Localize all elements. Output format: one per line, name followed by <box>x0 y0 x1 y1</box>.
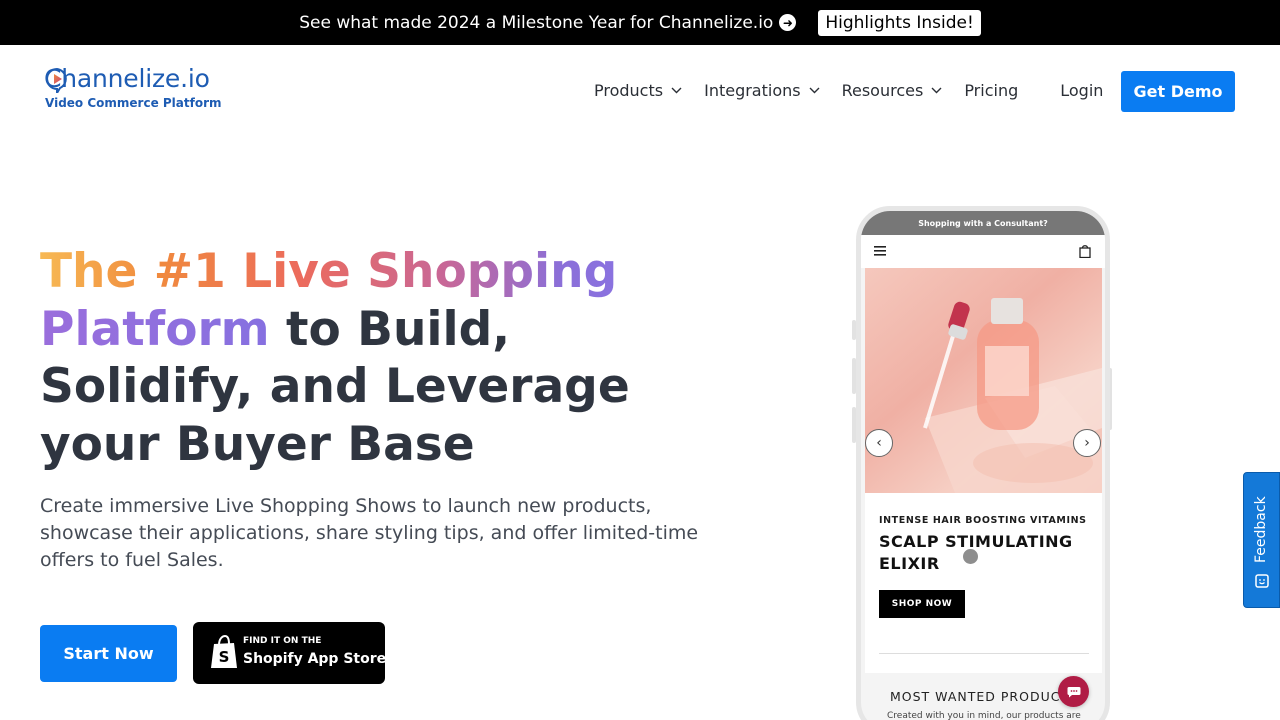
shopify-store-text: Shopify App Store <box>243 651 387 667</box>
nav-resources-label: Resources <box>841 80 924 100</box>
main-nav: Products Integrations Resources Pricing … <box>594 78 1103 102</box>
most-wanted-subtitle: Created with you in mind, our products a… <box>887 711 1081 720</box>
product-image <box>865 268 1102 493</box>
feedback-tab[interactable]: Feedback <box>1243 472 1280 608</box>
arrow-right-icon: ➜ <box>779 14 797 31</box>
shopping-bag-icon[interactable] <box>1079 244 1091 258</box>
phone-top-banner: Shopping with a Consultant? <box>861 211 1105 235</box>
carousel-next-button[interactable]: › <box>1073 429 1101 457</box>
nav-products-label: Products <box>594 80 664 100</box>
product-title: SCALP STIMULATING ELIXIR <box>879 532 1073 573</box>
product-kicker: INTENSE HAIR BOOSTING VITAMINS <box>879 515 1087 526</box>
announcement-bar: See what made 2024 a Milestone Year for … <box>0 0 1280 45</box>
start-now-button[interactable]: Start Now <box>40 625 177 682</box>
nav-pricing[interactable]: Pricing <box>964 81 1018 100</box>
logo-text: Channelize.io <box>44 64 210 93</box>
nav-integrations[interactable]: Integrations <box>704 81 820 100</box>
logo-tagline: Video Commerce Platform <box>45 96 222 110</box>
shopify-app-store-badge[interactable]: S FIND IT ON THE Shopify App Store <box>193 622 387 684</box>
chat-icon <box>1067 686 1080 697</box>
login-link[interactable]: Login <box>1060 81 1103 100</box>
nav-pricing-label: Pricing <box>964 80 1019 100</box>
feedback-icon <box>1255 574 1269 588</box>
phone-nav-bar <box>861 235 1105 268</box>
chevron-down-icon <box>809 87 820 93</box>
shopify-bag-icon: S <box>211 635 237 668</box>
login-label: Login <box>1060 80 1104 100</box>
hero-subtext: Create immersive Live Shopping Shows to … <box>40 495 699 571</box>
svg-text:S: S <box>219 648 230 666</box>
chevron-down-icon <box>671 87 682 93</box>
chat-button[interactable] <box>1058 676 1089 707</box>
nav-resources[interactable]: Resources <box>842 81 943 100</box>
announcement-link[interactable]: See what made 2024 a Milestone Year for … <box>299 12 797 33</box>
announcement-text: See what made 2024 a Milestone Year for … <box>299 12 774 33</box>
shopify-find-text: FIND IT ON THE <box>243 636 322 646</box>
product-info-panel: INTENSE HAIR BOOSTING VITAMINS SCALP STI… <box>865 493 1102 673</box>
nav-products[interactable]: Products <box>594 81 682 100</box>
logo-wordmark: CChannelize.io <box>44 64 210 93</box>
phone-mockup: Shopping with a Consultant? ‹ › INTENSE … <box>856 206 1110 720</box>
logo[interactable]: CChannelize.io Video Commerce Platform <box>44 64 222 114</box>
hero-headline: The #1 Live Shopping Platform to Build, S… <box>40 243 720 473</box>
feedback-label: Feedback <box>1253 496 1269 563</box>
most-wanted-title: MOST WANTED PRODUCTS <box>890 689 1079 704</box>
headline-highlight-2: Platform <box>40 301 270 357</box>
highlights-button[interactable]: Highlights Inside! <box>818 9 981 36</box>
nav-integrations-label: Integrations <box>704 80 801 100</box>
headline-highlight: The #1 Live Shopping <box>40 244 618 299</box>
get-demo-button[interactable]: Get Demo <box>1121 71 1235 112</box>
serum-bottle-image <box>923 298 1102 493</box>
divider <box>879 653 1089 654</box>
shop-now-button[interactable]: SHOP NOW <box>879 590 965 618</box>
carousel-prev-button[interactable]: ‹ <box>865 429 893 457</box>
chevron-down-icon <box>931 87 942 93</box>
cursor-dot <box>963 549 978 564</box>
menu-icon[interactable] <box>874 246 886 256</box>
